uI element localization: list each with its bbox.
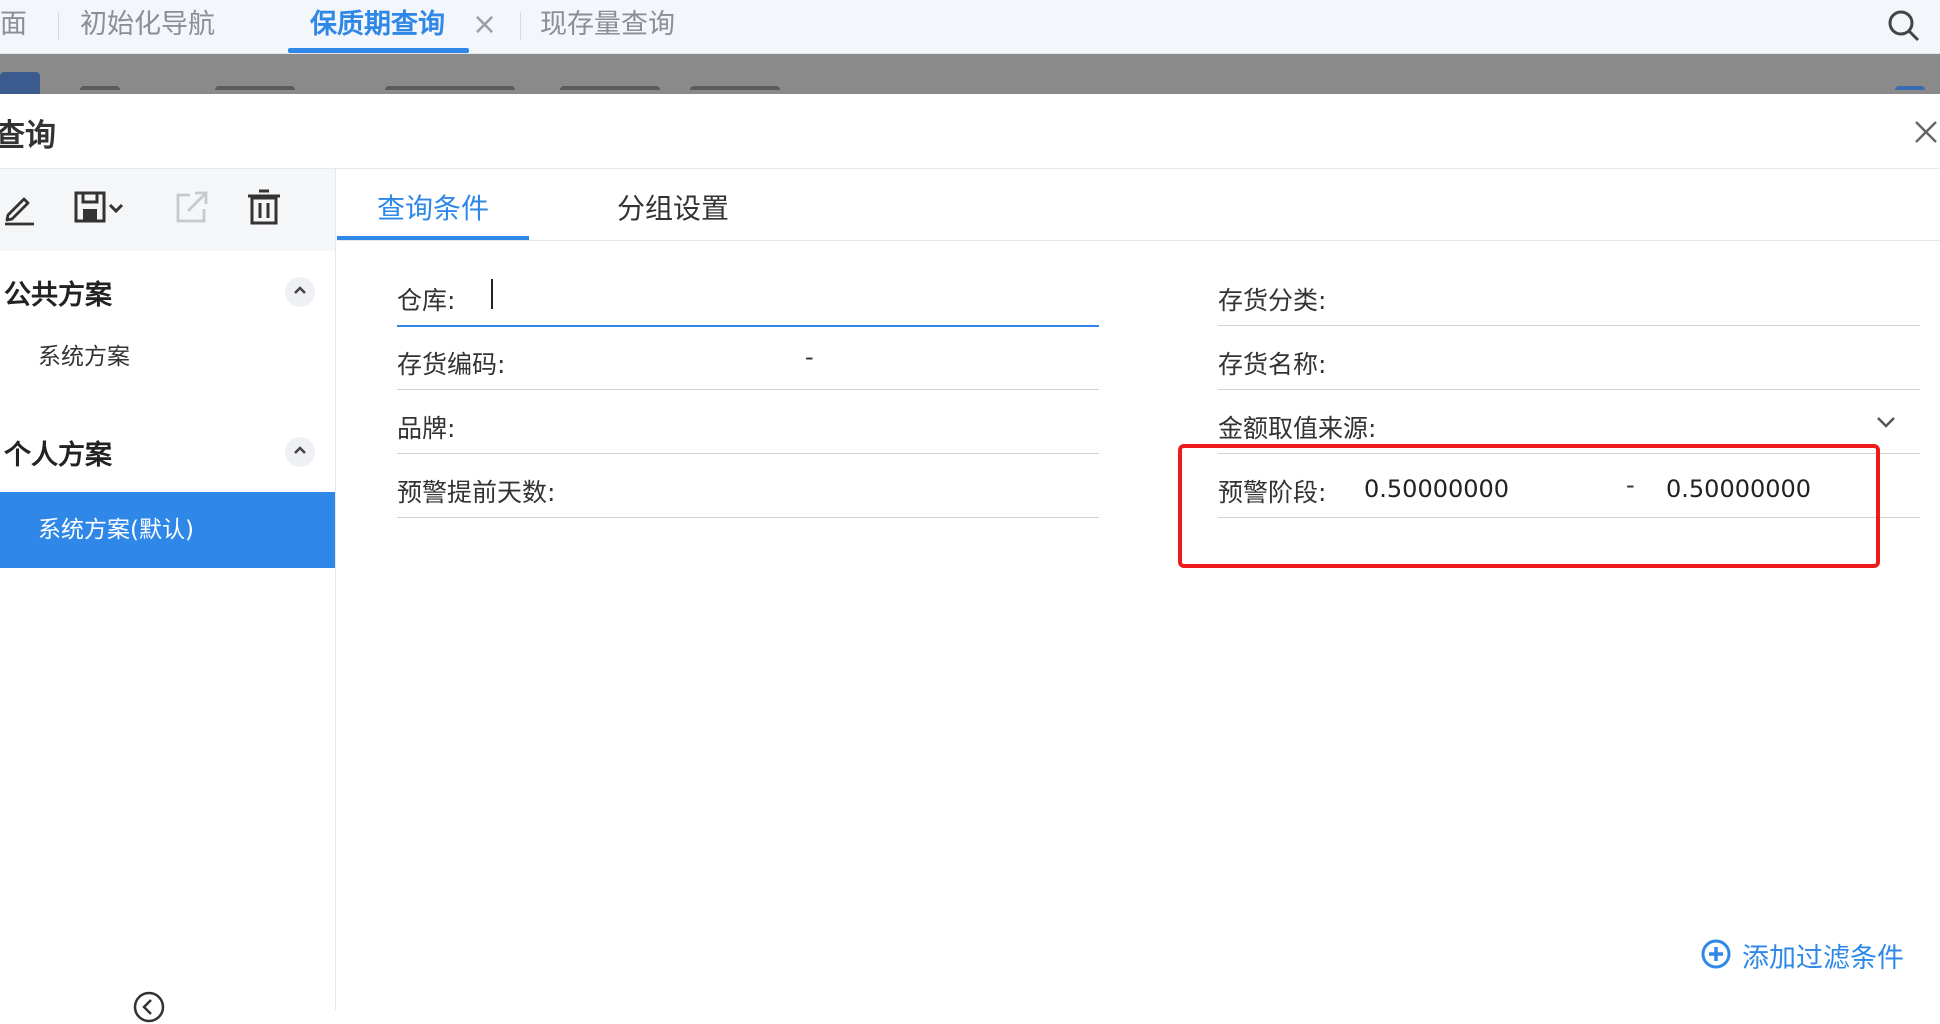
inventory-category-label: 存货分类: [1218,286,1327,315]
add-filter-label: 添加过滤条件 [1742,943,1904,974]
warehouse-field[interactable]: 仓库: [397,269,1099,327]
warehouse-label: 仓库: [397,286,456,315]
inventory-category-field[interactable]: 存货分类: [1218,269,1920,326]
scheme-pane: 公共方案 系统方案 个人方案 系统方案(默认) [0,169,336,1023]
tab-shelf-life-query[interactable]: 保质期查询 [288,0,469,53]
save-icon[interactable] [72,187,132,227]
edit-icon[interactable] [0,187,40,227]
close-tab-icon[interactable]: × [472,0,497,53]
tab-desktop[interactable]: 面 [0,0,27,53]
personal-scheme-label: 个人方案 [4,440,112,471]
dialog-header: 查询 [0,94,1940,169]
annotation-highlight-box [1178,444,1880,568]
search-icon[interactable] [1884,6,1924,46]
export-icon[interactable] [172,187,212,227]
condition-tabs: 查询条件 分组设置 [337,169,1940,241]
scheme-item-system-default[interactable]: 系统方案(默认) [0,492,335,568]
inventory-name-label: 存货名称: [1218,350,1327,379]
brand-field[interactable]: 品牌: [397,397,1099,454]
tab-stock-query[interactable]: 现存量查询 [540,0,675,53]
brand-label: 品牌: [397,414,456,443]
personal-scheme-section[interactable]: 个人方案 [0,411,335,491]
tab-init-navigation[interactable]: 初始化导航 [80,0,215,53]
scheme-toolbar [0,169,335,251]
text-caret [491,279,493,309]
dimmed-background-toolbar [0,54,1940,96]
chevron-up-icon[interactable] [285,277,315,307]
active-tab-underline [337,236,529,240]
close-dialog-icon[interactable] [1910,116,1940,146]
top-tab-bar: 面 初始化导航 保质期查询 × 现存量查询 [0,0,1940,54]
chevron-up-icon[interactable] [285,437,315,467]
inventory-code-field[interactable]: 存货编码: - [397,333,1099,390]
tab-separator [520,12,521,40]
background-app-button [0,72,40,96]
inventory-code-label: 存货编码: [397,350,506,379]
warning-days-label: 预警提前天数: [397,478,556,507]
tab-separator [58,12,59,40]
inventory-name-field[interactable]: 存货名称: [1218,333,1920,390]
public-scheme-label: 公共方案 [4,280,112,311]
delete-icon[interactable] [244,187,284,227]
query-condition-pane: 查询条件 分组设置 仓库: 存货编码: - 品牌: 预警提前天数: 存货分类: … [337,169,1940,1010]
chevron-down-icon[interactable] [1876,415,1896,429]
warning-days-field[interactable]: 预警提前天数: [397,461,1099,518]
range-separator: - [805,343,814,371]
tab-query-conditions[interactable]: 查询条件 [377,187,489,227]
collapse-pane-icon[interactable] [132,990,166,1024]
plus-circle-icon [1701,939,1731,969]
tab-group-settings[interactable]: 分组设置 [617,187,729,227]
scheme-item-system[interactable]: 系统方案 [0,319,335,395]
dialog-title: 查询 [0,118,56,154]
amount-source-label: 金额取值来源: [1218,414,1377,443]
